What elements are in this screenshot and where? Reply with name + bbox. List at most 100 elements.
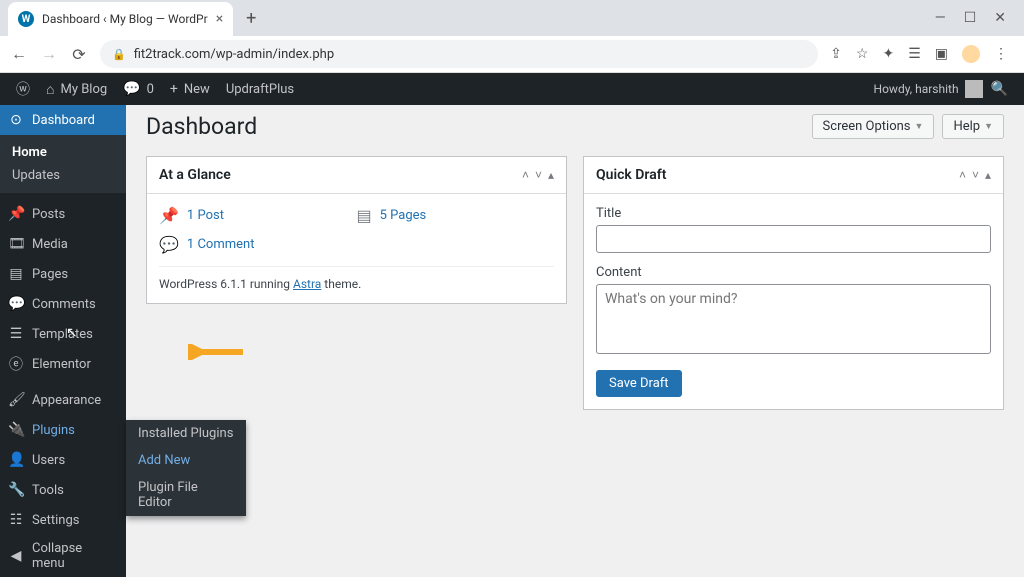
- share-icon[interactable]: ⇪: [830, 46, 842, 62]
- comment-icon: 💬: [159, 235, 179, 254]
- wp-body-content: Dashboard Screen Options▼ Help▼ At a Gla…: [126, 105, 1024, 577]
- home-icon: ⌂: [46, 81, 54, 98]
- new-tab-button[interactable]: +: [237, 4, 265, 32]
- site-name-link[interactable]: ⌂My Blog: [38, 73, 115, 105]
- chevron-down-icon: ▼: [915, 121, 924, 132]
- sliders-icon: ☷: [8, 512, 24, 528]
- collapse-icon: ◀: [8, 548, 24, 564]
- move-up-icon[interactable]: ˄: [522, 168, 529, 182]
- menu-settings[interactable]: ☷Settings: [0, 505, 126, 535]
- maximize-icon[interactable]: ☐: [964, 10, 977, 26]
- window-controls: ― ☐ ✕: [935, 10, 1024, 26]
- comments-count-link[interactable]: 1 Comment: [187, 237, 255, 252]
- elementor-icon: ⓔ: [8, 354, 24, 374]
- theme-link[interactable]: Astra: [293, 277, 321, 291]
- dashboard-icon: ⊙: [8, 112, 24, 128]
- plugin-icon: 🔌: [8, 422, 24, 438]
- comment-icon: 💬: [8, 296, 24, 312]
- pages-count-link[interactable]: 5 Pages: [380, 208, 427, 223]
- templates-icon: ☰: [8, 326, 24, 342]
- chevron-down-icon: ▼: [984, 121, 993, 132]
- address-bar[interactable]: 🔒 fit2track.com/wp-admin/index.php: [100, 40, 818, 68]
- reading-list-icon[interactable]: ☰: [908, 46, 921, 62]
- widget-title: At a Glance: [159, 167, 231, 183]
- annotation-arrow: [188, 344, 248, 364]
- media-icon: 🎞: [8, 236, 24, 252]
- kebab-menu-icon[interactable]: ⋮: [994, 46, 1008, 62]
- mouse-cursor-icon: ↖: [66, 325, 78, 341]
- menu-plugins[interactable]: 🔌Plugins: [0, 415, 126, 445]
- user-avatar[interactable]: [965, 80, 983, 98]
- menu-pages[interactable]: ▤Pages: [0, 259, 126, 289]
- title-label: Title: [596, 206, 991, 221]
- screen-options-button[interactable]: Screen Options▼: [812, 114, 935, 139]
- menu-dashboard[interactable]: ⊙Dashboard: [0, 105, 126, 135]
- menu-media[interactable]: 🎞Media: [0, 229, 126, 259]
- submenu-home[interactable]: Home: [0, 141, 126, 164]
- menu-appearance[interactable]: 🖌Appearance: [0, 385, 126, 415]
- new-content-link[interactable]: +New: [162, 73, 218, 105]
- move-down-icon[interactable]: ˅: [972, 168, 979, 182]
- at-a-glance-widget: At a Glance ˄ ˅ ▴ 📌 1 Post ▤ 5 Pages: [146, 156, 567, 304]
- quick-draft-widget: Quick Draft ˄ ˅ ▴ Title Content Save Dra…: [583, 156, 1004, 410]
- url-text: fit2track.com/wp-admin/index.php: [134, 47, 334, 62]
- toggle-panel-icon[interactable]: ▴: [985, 168, 991, 182]
- user-icon: 👤: [8, 452, 24, 468]
- draft-title-input[interactable]: [596, 225, 991, 253]
- page-icon: ▤: [8, 266, 24, 282]
- wordpress-favicon: W: [18, 11, 34, 27]
- plugins-flyout: Installed Plugins Add New Plugin File Ed…: [126, 420, 246, 516]
- pages-icon: ▤: [357, 206, 372, 225]
- browser-tab[interactable]: W Dashboard ‹ My Blog — WordPr ×: [8, 2, 233, 36]
- menu-templates[interactable]: ☰Templates: [0, 319, 126, 349]
- bookmark-star-icon[interactable]: ☆: [856, 46, 869, 62]
- submenu-updates[interactable]: Updates: [0, 164, 126, 187]
- minimize-icon[interactable]: ―: [935, 10, 946, 26]
- menu-elementor[interactable]: ⓔElementor: [0, 349, 126, 379]
- menu-tools[interactable]: 🔧Tools: [0, 475, 126, 505]
- flyout-add-new[interactable]: Add New: [126, 447, 246, 474]
- browser-tab-bar: W Dashboard ‹ My Blog — WordPr × + ― ☐ ✕: [0, 0, 1024, 36]
- menu-posts[interactable]: 📌Posts: [0, 199, 126, 229]
- reload-button[interactable]: ⟳: [70, 45, 88, 64]
- flyout-plugin-file-editor[interactable]: Plugin File Editor: [126, 474, 246, 516]
- tab-title: Dashboard ‹ My Blog — WordPr: [42, 12, 208, 26]
- comments-link[interactable]: 💬0: [115, 73, 162, 105]
- admin-sidebar: ⊙Dashboard Home Updates 📌Posts 🎞Media ▤P…: [0, 105, 126, 577]
- howdy-text[interactable]: Howdy, harshith: [874, 82, 959, 96]
- move-down-icon[interactable]: ˅: [535, 168, 542, 182]
- pin-icon: 📌: [159, 206, 179, 225]
- close-window-icon[interactable]: ✕: [994, 10, 1006, 26]
- updraftplus-link[interactable]: UpdraftPlus: [218, 73, 302, 105]
- lock-icon: 🔒: [112, 48, 126, 61]
- collapse-menu[interactable]: ◀Collapse menu: [0, 541, 126, 571]
- move-up-icon[interactable]: ˄: [959, 168, 966, 182]
- back-button[interactable]: ←: [10, 44, 28, 64]
- widget-title: Quick Draft: [596, 167, 666, 183]
- flyout-installed-plugins[interactable]: Installed Plugins: [126, 420, 246, 447]
- content-label: Content: [596, 265, 991, 280]
- search-icon: 🔍: [991, 81, 1008, 97]
- sidepanel-icon[interactable]: ▣: [935, 46, 948, 62]
- forward-button[interactable]: →: [40, 44, 58, 64]
- search-toggle[interactable]: 🔍: [983, 73, 1016, 105]
- comment-icon: 💬: [123, 81, 140, 97]
- extensions-icon[interactable]: ✦: [882, 46, 894, 62]
- help-button[interactable]: Help▼: [942, 114, 1004, 139]
- dashboard-submenu: Home Updates: [0, 135, 126, 193]
- profile-avatar-icon[interactable]: [962, 45, 980, 63]
- wp-version-text: WordPress 6.1.1 running: [159, 277, 293, 291]
- posts-count-link[interactable]: 1 Post: [187, 208, 224, 223]
- brush-icon: 🖌: [8, 392, 24, 408]
- toggle-panel-icon[interactable]: ▴: [548, 168, 554, 182]
- pin-icon: 📌: [8, 206, 24, 222]
- save-draft-button[interactable]: Save Draft: [596, 370, 682, 397]
- wp-logo[interactable]: ⓦ: [8, 73, 38, 105]
- wrench-icon: 🔧: [8, 482, 24, 498]
- wordpress-icon: ⓦ: [16, 79, 30, 99]
- close-tab-icon[interactable]: ×: [216, 11, 223, 27]
- draft-content-textarea[interactable]: [596, 284, 991, 354]
- plus-icon: +: [170, 81, 178, 97]
- menu-users[interactable]: 👤Users: [0, 445, 126, 475]
- menu-comments[interactable]: 💬Comments: [0, 289, 126, 319]
